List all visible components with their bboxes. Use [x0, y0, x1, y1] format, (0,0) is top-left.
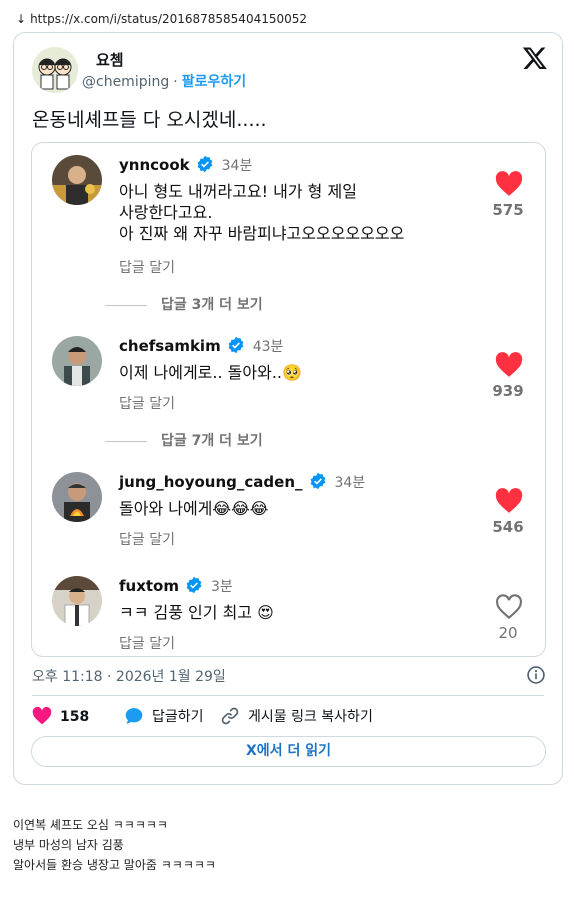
view-more-replies-label: 답글 7개 더 보기: [161, 433, 263, 449]
verified-badge-icon: [186, 576, 202, 594]
comment-time: 3분: [211, 579, 233, 595]
comment-time: 34분: [221, 158, 253, 174]
heart-icon: [32, 706, 52, 725]
body-line: 냉부 마성의 남자 김풍: [13, 838, 124, 852]
comment-item: fuxtom 3분 ㅋㅋ 김풍 인기 최고 😍 답글 달기 20: [32, 576, 545, 656]
heart-filled-icon[interactable]: [494, 171, 524, 197]
commenter-avatar[interactable]: [52, 576, 102, 626]
comment-item: ynncook 34분 아니 형도 내꺼라고요! 내가 형 제일 사랑한다고요. …: [32, 155, 545, 277]
comment-header: fuxtom 3분: [119, 576, 233, 596]
comment-text: 돌아와 나에게😂😂😂: [119, 498, 269, 519]
reply-link[interactable]: 답글 달기: [119, 633, 175, 653]
verified-badge-icon: [197, 155, 213, 173]
follow-button[interactable]: 팔로우하기: [182, 74, 246, 90]
divider-line: [105, 304, 147, 306]
heart-filled-icon[interactable]: [494, 352, 524, 378]
commenter-avatar[interactable]: [52, 336, 102, 386]
info-icon[interactable]: [526, 665, 546, 685]
commenter-username[interactable]: jung_hoyoung_caden_: [119, 473, 303, 491]
author-handle[interactable]: @chemiping: [82, 74, 169, 90]
divider-line: [105, 440, 147, 442]
post-body-text: 이연복 셰프도 오심 ㅋㅋㅋㅋㅋ 냉부 마성의 남자 김풍 알아서들 환승 냉장…: [13, 815, 216, 875]
commenter-avatar[interactable]: [52, 472, 102, 522]
like-count: 939: [492, 382, 524, 400]
comment-line: 돌아와 나에게😂😂😂: [119, 499, 269, 518]
view-more-replies-label: 답글 3개 더 보기: [161, 297, 263, 313]
post-url[interactable]: https://x.com/i/status/20168785854041500…: [30, 12, 307, 26]
like-button[interactable]: 158: [32, 706, 89, 726]
like-count-total: 158: [60, 709, 90, 725]
comment-time: 34분: [334, 475, 366, 491]
commenter-avatar[interactable]: [52, 155, 102, 205]
verified-badge-icon: [228, 336, 244, 354]
author-avatar[interactable]: [32, 47, 78, 93]
comment-header: jung_hoyoung_caden_ 34분: [119, 472, 365, 492]
download-arrow-icon: ↓: [16, 12, 27, 26]
url-line: ↓ https://x.com/i/status/2016878585404150…: [16, 12, 307, 26]
copy-link-button[interactable]: 게시물 링크 복사하기: [220, 706, 373, 726]
commenter-username[interactable]: chefsamkim: [119, 337, 221, 355]
view-more-replies[interactable]: 답글 3개 더 보기: [105, 294, 263, 314]
comment-line: 사랑한다고요.: [119, 203, 213, 222]
separator-dot: ·: [173, 74, 178, 90]
comment-header: ynncook 34분: [119, 155, 252, 175]
embedded-instagram-comments[interactable]: ynncook 34분 아니 형도 내꺼라고요! 내가 형 제일 사랑한다고요. …: [31, 142, 546, 657]
read-more-on-x-button[interactable]: X에서 더 읽기: [31, 736, 546, 767]
copy-link-label: 게시물 링크 복사하기: [248, 709, 373, 725]
reply-link[interactable]: 답글 달기: [119, 393, 175, 413]
comment-text: 이제 나에게로.. 돌아와..🥺: [119, 362, 302, 383]
author-handle-row: @chemiping · 팔로우하기: [82, 71, 246, 91]
reply-link[interactable]: 답글 달기: [119, 529, 175, 549]
comment-line: 아 진짜 왜 자꾸 바람피냐고오오오오오오오: [119, 224, 405, 243]
commenter-username[interactable]: ynncook: [119, 156, 190, 174]
reply-button[interactable]: 답글하기: [124, 706, 204, 726]
like-count: 546: [492, 518, 524, 536]
tweet-text: 온동네셰프들 다 오시겠네.....: [32, 109, 267, 131]
comment-item: jung_hoyoung_caden_ 34분 돌아와 나에게😂😂😂 답글 달기 …: [32, 472, 545, 552]
like-count: 575: [492, 201, 524, 219]
body-line: 알아서들 환승 냉장고 말아줌 ㅋㅋㅋㅋㅋ: [13, 858, 216, 872]
tweet-card: 요쳄 @chemiping · 팔로우하기 온동네셰프들 다 오시겠네..... y…: [13, 32, 563, 785]
comment-item: chefsamkim 43분 이제 나에게로.. 돌아와..🥺 답글 달기 939: [32, 336, 545, 416]
comment-header: chefsamkim 43분: [119, 336, 283, 356]
view-more-replies[interactable]: 답글 7개 더 보기: [105, 430, 263, 450]
comment-text: 아니 형도 내꺼라고요! 내가 형 제일 사랑한다고요. 아 진짜 왜 자꾸 바…: [119, 181, 404, 244]
comment-line: ㅋㅋ 김풍 인기 최고 😍: [119, 603, 274, 622]
link-icon: [221, 707, 239, 725]
heart-outline-icon[interactable]: [494, 594, 524, 620]
reply-link[interactable]: 답글 달기: [119, 257, 175, 277]
divider: [32, 695, 544, 696]
tweet-timestamp[interactable]: 오후 11:18 · 2026년 1월 29일: [32, 666, 226, 686]
reply-bubble-icon: [125, 708, 143, 724]
comment-line: 이제 나에게로.. 돌아와..🥺: [119, 363, 302, 382]
author-name[interactable]: 요쳄: [96, 49, 124, 70]
comment-time: 43분: [252, 339, 284, 355]
comment-text: ㅋㅋ 김풍 인기 최고 😍: [119, 602, 274, 623]
body-line: 이연복 셰프도 오심 ㅋㅋㅋㅋㅋ: [13, 818, 168, 832]
commenter-username[interactable]: fuxtom: [119, 577, 179, 595]
like-count: 20: [498, 624, 518, 642]
comment-line: 아니 형도 내꺼라고요! 내가 형 제일: [119, 182, 357, 201]
reply-label: 답글하기: [152, 709, 204, 725]
x-logo-icon[interactable]: [522, 45, 548, 71]
heart-filled-icon[interactable]: [494, 488, 524, 514]
verified-badge-icon: [310, 472, 325, 490]
